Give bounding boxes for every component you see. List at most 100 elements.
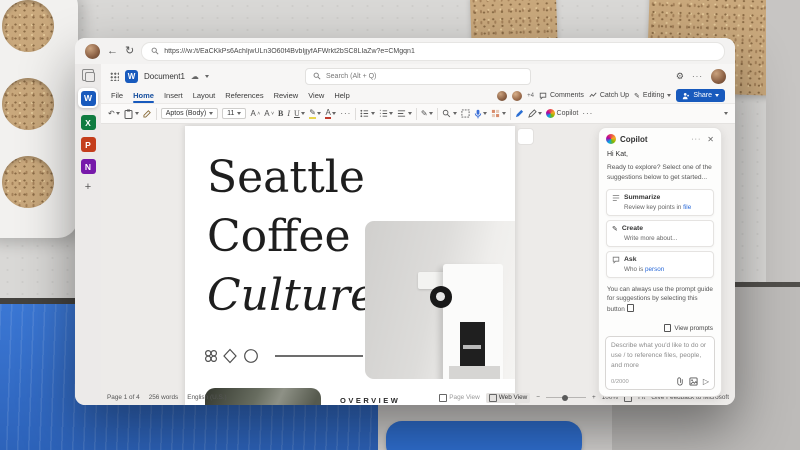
zoom-in-icon[interactable]: + [592,394,596,401]
zoom-out-icon[interactable]: − [536,394,540,401]
word-app: W Document1 ☁ Search (Alt + Q) ⚙ ··· [101,64,735,405]
app-launcher-icon[interactable] [110,72,119,81]
search-icon [151,47,159,55]
paste-button[interactable] [124,109,139,119]
ink-button[interactable]: ✎ [421,109,433,118]
ribbon-overflow-icon[interactable]: ··· [582,109,593,118]
margin-copilot-button[interactable] [517,128,534,145]
tab-review[interactable]: Review [274,91,299,100]
editing-mode-button[interactable]: ✎ Editing [634,92,671,100]
chevron-down-icon[interactable] [205,75,209,78]
status-page[interactable]: Page 1 of 4 [107,394,140,401]
collaborator-overflow[interactable]: +4 [527,93,534,99]
document-heading: Seattle Coffee Culture. [207,148,390,325]
ribbon-copilot-button[interactable]: Copilot [546,109,578,118]
back-icon[interactable]: ← [107,46,118,57]
tab-home[interactable]: Home [133,91,154,100]
cork-coaster [2,78,54,130]
wall-column [766,0,800,292]
shrink-font-button[interactable]: A˅ [264,109,274,118]
editor-pen-icon [515,109,524,118]
tab-references[interactable]: References [225,91,263,100]
catch-up-button[interactable]: Catch Up [589,92,629,100]
collapse-ribbon-icon[interactable] [724,112,728,115]
tabs-icon[interactable] [82,69,94,81]
copilot-input[interactable]: Describe what you'd like to do or use / … [605,336,715,390]
image-icon[interactable] [689,377,698,386]
prompt-book-icon [664,324,671,332]
page-view-toggle[interactable]: Page View [439,394,479,402]
dictate-button[interactable] [474,109,488,119]
grow-font-button[interactable]: A˄ [250,109,260,118]
person-link[interactable]: person [645,266,664,273]
align-button[interactable] [397,109,412,118]
char-count: 0/2000 [611,379,629,385]
close-icon[interactable]: ✕ [707,135,714,144]
font-size-select[interactable]: 11 [222,108,246,119]
numbered-list-button[interactable] [379,109,394,118]
search-icon [442,109,451,118]
chevron-down-icon [667,94,671,97]
excel-icon[interactable]: X [81,115,96,130]
format-painter-button[interactable] [143,109,152,118]
espresso-machine-photo[interactable] [365,221,515,379]
pen-button[interactable] [528,109,543,118]
find-button[interactable] [442,109,457,118]
collaborator-avatar[interactable] [512,91,522,101]
more-options-icon[interactable]: ··· [692,72,703,81]
zoom-slider[interactable] [546,397,586,399]
undo-button[interactable]: ↶ [108,109,120,118]
onenote-icon[interactable]: N [81,159,96,174]
font-name-select[interactable]: Aptos (Body) [161,108,218,119]
font-color-button[interactable]: A [325,109,336,119]
tab-help[interactable]: Help [334,91,349,100]
attach-icon[interactable] [676,377,684,386]
address-bar[interactable]: https:///w:/t/EaCKkPs6AchIjwULn3O60f4Bvb… [141,42,725,61]
select-button[interactable] [461,109,470,118]
view-prompts-button[interactable]: View prompts [599,324,721,336]
powerpoint-icon[interactable]: P [81,137,96,152]
comments-button[interactable]: Comments [539,92,584,100]
browser-window: ← ↻ https:///w:/t/EaCKkPs6AchIjwULn3O60f… [75,38,735,405]
send-icon[interactable]: ▷ [703,377,709,386]
suggestion-create[interactable]: ✎Create Write more about... [606,220,714,247]
copilot-more-icon[interactable]: ··· [691,136,701,143]
bullets-icon [360,109,369,118]
tab-view[interactable]: View [308,91,324,100]
document-title[interactable]: Document1 [144,72,185,81]
file-link[interactable]: file [683,204,691,211]
shape-icons [203,348,261,364]
bullet-list-button[interactable] [360,109,375,118]
tab-file[interactable]: File [111,91,123,100]
sidebar-item-word-active[interactable]: W [78,88,98,108]
tab-layout[interactable]: Layout [193,91,216,100]
highlight-button[interactable]: ✎ [309,109,321,119]
status-language[interactable]: English (U.S.) [187,394,226,401]
bold-button[interactable]: B [278,109,283,118]
add-app-icon[interactable]: + [85,181,91,193]
reload-icon[interactable]: ↻ [125,46,134,57]
share-button[interactable]: Share [676,89,725,102]
editor-button[interactable] [515,109,524,118]
brush-icon [143,109,152,118]
collaborator-avatar[interactable] [497,91,507,101]
gear-icon[interactable]: ⚙ [676,71,684,82]
decorative-shapes [203,348,363,364]
web-view-icon [489,394,497,402]
alignment-icon [397,109,406,118]
document-page[interactable]: Seattle Coffee Culture. [185,126,515,405]
word-logo-icon[interactable]: W [125,70,138,83]
suggestion-ask[interactable]: Ask Who is person [606,251,714,278]
web-view-toggle[interactable]: Web View [486,393,531,403]
status-words[interactable]: 256 words [149,394,179,401]
underline-button[interactable]: U [294,109,305,118]
tab-insert[interactable]: Insert [164,91,183,100]
styles-button[interactable] [491,109,506,118]
user-avatar[interactable] [711,69,726,84]
browser-profile-avatar[interactable] [85,44,100,59]
more-formatting-icon[interactable]: ··· [340,109,351,118]
suggestion-summarize[interactable]: Summarize Review key points in file [606,189,714,216]
italic-button[interactable]: I [287,109,290,118]
search-box[interactable]: Search (Alt + Q) [305,68,531,85]
ribbon-toolbar: ↶ Aptos (Body) 11 A˄ A˅ B I U ✎ A ··· [101,103,735,124]
